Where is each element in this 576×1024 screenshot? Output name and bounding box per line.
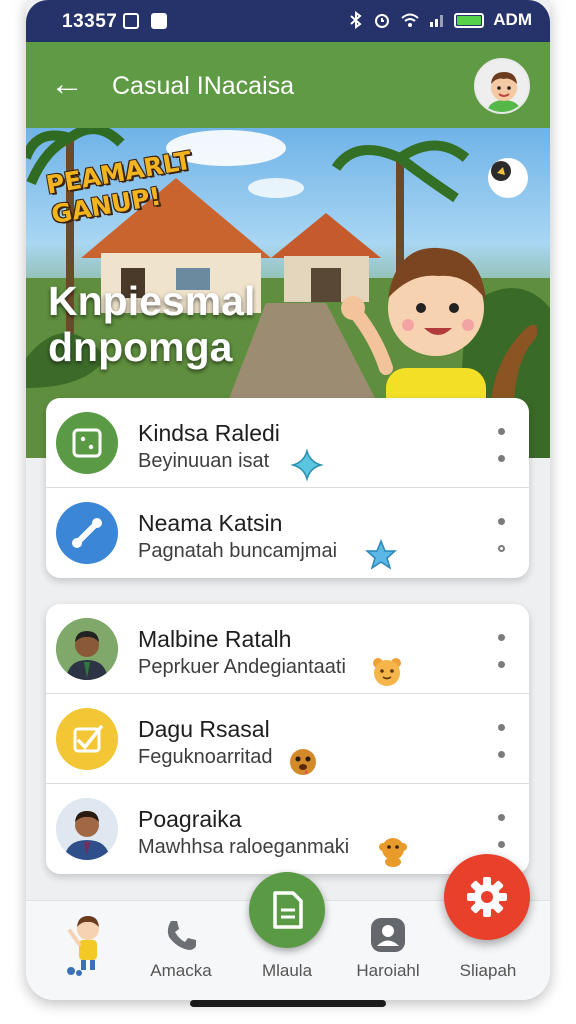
alarm-icon bbox=[375, 14, 390, 28]
status-icons: ADM bbox=[348, 10, 532, 30]
row-title: Poagraika bbox=[138, 806, 242, 832]
row-subtitle: Pagnatah buncamjmai bbox=[138, 540, 338, 562]
status-time: 13357 bbox=[62, 11, 118, 32]
row-title: Neama Katsin bbox=[138, 510, 283, 536]
profile-avatar[interactable] bbox=[474, 58, 530, 114]
gear-icon bbox=[467, 877, 507, 917]
list-item[interactable]: Dagu Rsasal Feguknoarritad bbox=[46, 694, 529, 784]
more-options-icon[interactable] bbox=[495, 428, 507, 462]
app-notification-icon bbox=[151, 13, 167, 29]
row-title: Dagu Rsasal bbox=[138, 716, 270, 742]
person-avatar bbox=[56, 618, 118, 680]
wrench-icon bbox=[56, 502, 118, 564]
bear-face-icon bbox=[373, 658, 401, 686]
person-avatar bbox=[56, 798, 118, 860]
nav-label: Amacka bbox=[150, 961, 212, 980]
row-subtitle: Mawhhsa raloeganmaki bbox=[138, 836, 350, 858]
signal-icon bbox=[430, 15, 444, 27]
home-indicator[interactable] bbox=[190, 1000, 386, 1007]
list-item[interactable]: Neama Katsin Pagnatah buncamjmai bbox=[46, 488, 529, 578]
row-subtitle: Feguknoarritad bbox=[138, 746, 273, 768]
checkmark-icon bbox=[56, 708, 118, 770]
kid-character-icon bbox=[67, 916, 99, 976]
settings-card-2: Malbine Ratalh Peprkuer Andegiantaati Da… bbox=[46, 604, 529, 874]
nav-label: Haroiahl bbox=[356, 961, 420, 980]
battery-icon bbox=[454, 12, 485, 28]
hero-title: Knpiesmal dnpomga bbox=[48, 278, 256, 370]
list-item[interactable]: Poagraika Mawhhsa raloeganmaki bbox=[46, 784, 529, 874]
dice-icon bbox=[56, 412, 118, 474]
nav-item-profile[interactable]: Haroiahl bbox=[338, 901, 438, 1000]
status-bar: 13357 ADM bbox=[26, 0, 550, 42]
status-right-text: ADM bbox=[493, 10, 532, 29]
settings-fab-button[interactable] bbox=[444, 854, 530, 940]
more-options-icon[interactable] bbox=[495, 518, 507, 552]
phone-icon bbox=[167, 921, 196, 950]
share-icon[interactable] bbox=[488, 158, 528, 198]
settings-card-1: Kindsa Raledi Beyinuuan isat Neama Katsi… bbox=[46, 398, 529, 578]
phone-screen: 13357 ADM ← Casual INacaisa PEAMARLT GAN… bbox=[26, 0, 550, 1000]
more-options-icon[interactable] bbox=[495, 724, 507, 758]
star-icon bbox=[365, 538, 397, 570]
sparkle-icon bbox=[290, 448, 324, 482]
row-title: Malbine Ratalh bbox=[138, 626, 292, 652]
row-title: Kindsa Raledi bbox=[138, 420, 280, 446]
back-arrow-icon[interactable]: ← bbox=[48, 66, 86, 104]
image-notification-icon bbox=[123, 13, 139, 29]
user-icon bbox=[371, 918, 405, 952]
nav-item-kid[interactable] bbox=[36, 901, 136, 1000]
monkey-face-icon bbox=[379, 838, 407, 867]
more-options-icon[interactable] bbox=[495, 634, 507, 668]
row-subtitle: Beyinuuan isat bbox=[138, 450, 270, 472]
list-item[interactable]: Kindsa Raledi Beyinuuan isat bbox=[46, 398, 529, 488]
app-bar: ← Casual INacaisa bbox=[26, 42, 550, 128]
document-fab-button[interactable] bbox=[249, 872, 325, 948]
wifi-icon bbox=[401, 13, 419, 27]
list-item[interactable]: Malbine Ratalh Peprkuer Andegiantaati bbox=[46, 604, 529, 694]
puppy-face-icon bbox=[290, 749, 316, 775]
document-icon bbox=[273, 891, 303, 929]
nav-label: Mlaula bbox=[261, 961, 313, 980]
bluetooth-icon bbox=[350, 11, 362, 29]
row-subtitle: Peprkuer Andegiantaati bbox=[138, 656, 346, 678]
more-options-icon[interactable] bbox=[495, 814, 507, 848]
nav-label: Sliapah bbox=[459, 961, 517, 980]
nav-item-calls[interactable]: Amacka bbox=[131, 901, 231, 1000]
page-title: Casual INacaisa bbox=[112, 72, 295, 100]
